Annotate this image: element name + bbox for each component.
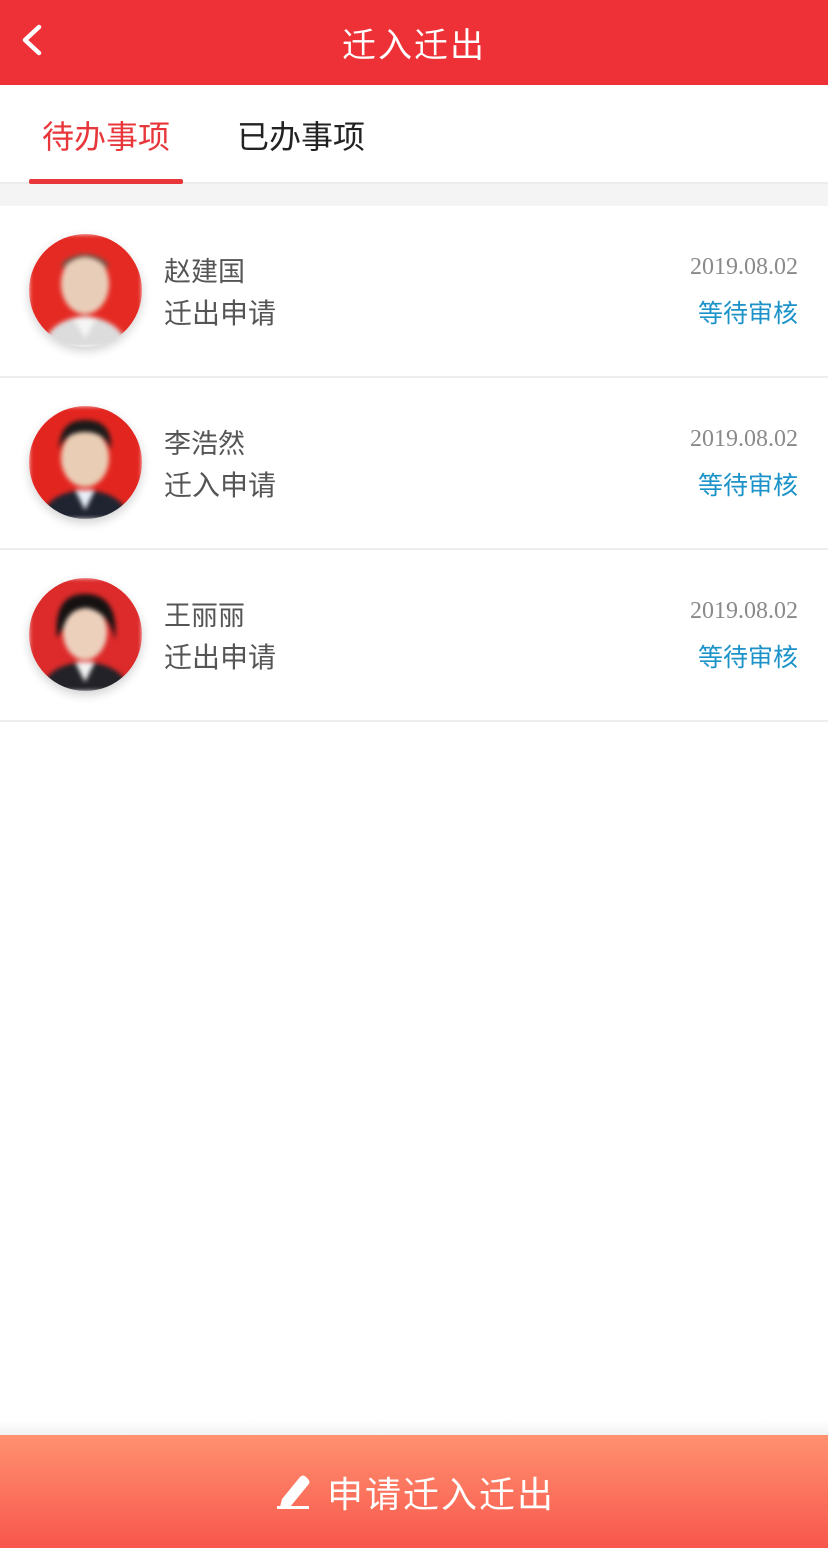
applicant-name: 李浩然 xyxy=(164,429,245,460)
app-root: 迁入迁出 待办事项 已办事项 赵建国 迁出申请 2019.08.02 等待审核 xyxy=(0,0,828,1548)
apply-button-label: 申请迁入迁出 xyxy=(326,1474,555,1516)
status-badge: 等待审核 xyxy=(697,643,798,672)
application-type: 迁出申请 xyxy=(164,297,277,330)
tab-pending[interactable]: 待办事项 xyxy=(29,85,183,184)
list-separator xyxy=(0,184,828,206)
avatar xyxy=(29,406,142,519)
page-title: 迁入迁出 xyxy=(342,26,486,66)
tab-done[interactable]: 已办事项 xyxy=(224,85,378,184)
status-badge: 等待审核 xyxy=(697,299,798,328)
list-item[interactable]: 李浩然 迁入申请 2019.08.02 等待审核 xyxy=(0,378,828,550)
bottom-shadow xyxy=(0,1420,828,1435)
pencil-icon xyxy=(273,1469,313,1515)
status-badge: 等待审核 xyxy=(697,471,798,500)
application-type: 迁入申请 xyxy=(164,469,277,502)
applicant-name: 赵建国 xyxy=(164,257,245,288)
back-button[interactable] xyxy=(8,18,56,66)
application-date: 2019.08.02 xyxy=(690,426,798,452)
chevron-left-icon xyxy=(17,23,47,61)
application-date: 2019.08.02 xyxy=(690,598,798,624)
application-type: 迁出申请 xyxy=(164,641,277,674)
tab-bar: 待办事项 已办事项 xyxy=(0,85,828,184)
header-bar: 迁入迁出 xyxy=(0,0,828,85)
list-item[interactable]: 王丽丽 迁出申请 2019.08.02 等待审核 xyxy=(0,550,828,722)
avatar xyxy=(29,578,142,691)
application-list: 赵建国 迁出申请 2019.08.02 等待审核 李浩然 迁入申请 2019.0… xyxy=(0,206,828,722)
avatar xyxy=(29,234,142,347)
list-item[interactable]: 赵建国 迁出申请 2019.08.02 等待审核 xyxy=(0,206,828,378)
apply-migration-button[interactable]: 申请迁入迁出 xyxy=(0,1435,828,1548)
application-date: 2019.08.02 xyxy=(690,254,798,280)
applicant-name: 王丽丽 xyxy=(164,601,245,632)
apply-button-content: 申请迁入迁出 xyxy=(273,1466,555,1518)
